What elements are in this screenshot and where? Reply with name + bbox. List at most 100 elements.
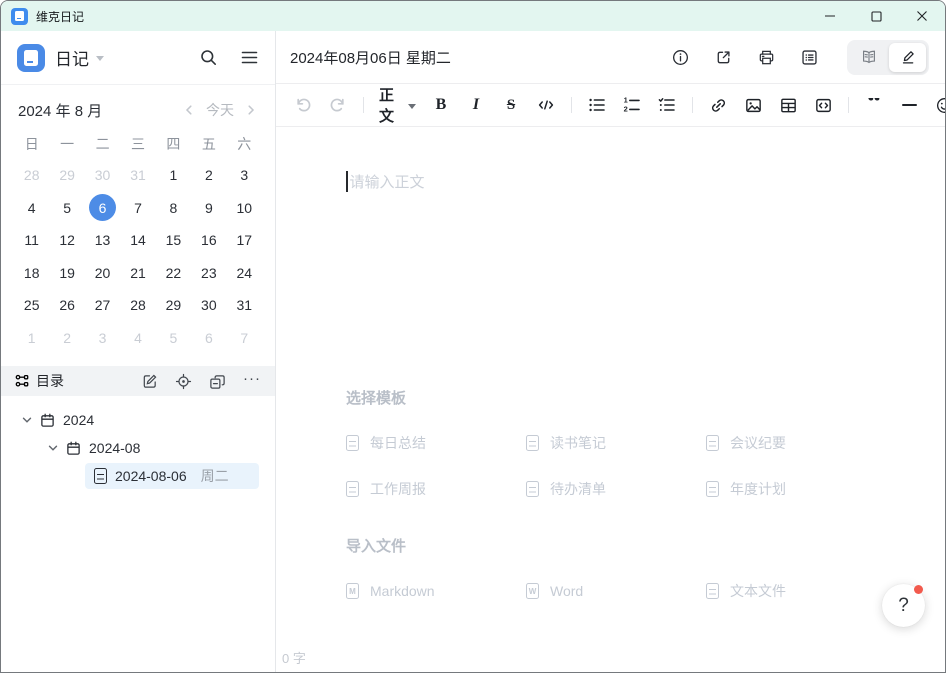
calendar-prev-icon[interactable] <box>182 103 196 117</box>
calendar-day[interactable]: 13 <box>85 224 120 257</box>
calendar-day[interactable]: 7 <box>227 322 262 355</box>
calendar-day[interactable]: 1 <box>156 159 191 192</box>
template-item[interactable]: 待办清单 <box>526 479 706 499</box>
calendar-day[interactable]: 24 <box>227 257 262 290</box>
calendar-day[interactable]: 18 <box>14 257 49 290</box>
calendar-day[interactable]: 5 <box>49 192 84 225</box>
calendar-day[interactable]: 21 <box>120 257 155 290</box>
calendar-day[interactable]: 4 <box>14 192 49 225</box>
calendar-day[interactable]: 17 <box>227 224 262 257</box>
calendar-day[interactable]: 2 <box>49 322 84 355</box>
calendar-day[interactable]: 28 <box>14 159 49 192</box>
toolbar-divider <box>848 97 849 113</box>
calendar-day[interactable]: 1 <box>14 322 49 355</box>
undo-icon[interactable] <box>293 92 313 118</box>
calendar-day[interactable]: 28 <box>120 289 155 322</box>
emoji-icon[interactable] <box>934 92 946 118</box>
tree-item-month[interactable]: 2024-08 <box>1 434 275 462</box>
editor-area[interactable]: 请输入正文 选择模板 每日总结 <box>276 127 945 672</box>
import-item[interactable]: M Markdown <box>346 581 526 601</box>
calendar-day[interactable]: 25 <box>14 289 49 322</box>
notebook-switcher-caret-icon[interactable] <box>96 56 104 61</box>
calendar-day[interactable]: 11 <box>14 224 49 257</box>
locate-today-icon[interactable] <box>175 373 192 390</box>
paragraph-style-select[interactable]: 正文 <box>379 84 416 126</box>
task-list-icon[interactable] <box>657 92 677 118</box>
calendar-day[interactable]: 3 <box>85 322 120 355</box>
calendar-day[interactable]: 22 <box>156 257 191 290</box>
calendar-day[interactable]: 12 <box>49 224 84 257</box>
blockquote-icon[interactable]: “ <box>864 92 884 118</box>
template-item[interactable]: 每日总结 <box>346 433 526 453</box>
calendar-day[interactable]: 23 <box>191 257 226 290</box>
calendar-day[interactable]: 14 <box>120 224 155 257</box>
menu-icon[interactable] <box>240 48 259 67</box>
read-mode-button[interactable] <box>850 43 887 72</box>
import-item[interactable]: 文本文件 <box>706 581 906 601</box>
search-icon[interactable] <box>199 48 218 67</box>
calendar-day[interactable]: 3 <box>227 159 262 192</box>
tree-item-year[interactable]: 2024 <box>1 406 275 434</box>
calendar-day[interactable]: 6 <box>191 322 226 355</box>
collapse-all-icon[interactable] <box>209 373 226 390</box>
table-icon[interactable] <box>778 92 798 118</box>
calendar-day[interactable]: 5 <box>156 322 191 355</box>
template-item[interactable]: 年度计划 <box>706 479 906 499</box>
redo-icon[interactable] <box>328 92 348 118</box>
help-button[interactable]: ? <box>882 584 925 627</box>
minimize-button[interactable] <box>807 1 853 31</box>
template-item[interactable]: 读书笔记 <box>526 433 706 453</box>
ordered-list-icon[interactable]: 12 <box>622 92 642 118</box>
document-icon <box>706 435 719 451</box>
info-icon[interactable] <box>671 48 690 67</box>
inline-code-icon[interactable] <box>536 92 556 118</box>
calendar-day[interactable]: 2 <box>191 159 226 192</box>
app-window: 维克日记 日记 <box>0 0 946 673</box>
calendar-day[interactable]: 10 <box>227 192 262 225</box>
calendar-day[interactable]: 26 <box>49 289 84 322</box>
calendar-next-icon[interactable] <box>244 103 258 117</box>
italic-button[interactable]: I <box>466 92 486 118</box>
new-entry-icon[interactable] <box>141 373 158 390</box>
more-options-icon[interactable]: ··· <box>243 371 261 392</box>
selected-entry-row[interactable]: 2024-08-06 周二 <box>85 463 259 489</box>
calendar-folder-icon <box>40 413 55 428</box>
calendar-day[interactable]: 27 <box>85 289 120 322</box>
tree-item-entry[interactable]: 2024-08-06 周二 <box>1 462 275 490</box>
strikethrough-button[interactable]: S <box>501 92 521 118</box>
calendar-day[interactable]: 4 <box>120 322 155 355</box>
calendar-day[interactable]: 8 <box>156 192 191 225</box>
calendar-day[interactable]: 6 <box>85 192 120 225</box>
calendar-day[interactable]: 30 <box>191 289 226 322</box>
calendar-day[interactable]: 31 <box>227 289 262 322</box>
import-item[interactable]: W Word <box>526 581 706 601</box>
template-item[interactable]: 工作周报 <box>346 479 526 499</box>
calendar-day[interactable]: 7 <box>120 192 155 225</box>
calendar-day[interactable]: 9 <box>191 192 226 225</box>
bullet-list-icon[interactable] <box>587 92 607 118</box>
image-icon[interactable] <box>743 92 763 118</box>
calendar-day[interactable]: 20 <box>85 257 120 290</box>
calendar-day[interactable]: 16 <box>191 224 226 257</box>
template-item[interactable]: 会议纪要 <box>706 433 906 453</box>
chevron-down-icon[interactable] <box>47 442 59 454</box>
export-icon[interactable] <box>714 48 733 67</box>
edit-mode-button[interactable] <box>889 43 926 72</box>
link-icon[interactable] <box>708 92 728 118</box>
calendar-day[interactable]: 19 <box>49 257 84 290</box>
calendar-day[interactable]: 31 <box>120 159 155 192</box>
horizontal-rule-icon[interactable] <box>899 92 919 118</box>
imports-section-title: 导入文件 <box>346 535 926 556</box>
calendar-today-button[interactable]: 今天 <box>206 100 234 120</box>
calendar-day[interactable]: 15 <box>156 224 191 257</box>
close-button[interactable] <box>899 1 945 31</box>
calendar-day[interactable]: 30 <box>85 159 120 192</box>
calendar-day[interactable]: 29 <box>49 159 84 192</box>
bold-button[interactable]: B <box>431 92 451 118</box>
print-icon[interactable] <box>757 48 776 67</box>
maximize-button[interactable] <box>853 1 899 31</box>
chevron-down-icon[interactable] <box>21 414 33 426</box>
code-block-icon[interactable] <box>813 92 833 118</box>
calendar-day[interactable]: 29 <box>156 289 191 322</box>
outline-panel-icon[interactable] <box>800 48 819 67</box>
